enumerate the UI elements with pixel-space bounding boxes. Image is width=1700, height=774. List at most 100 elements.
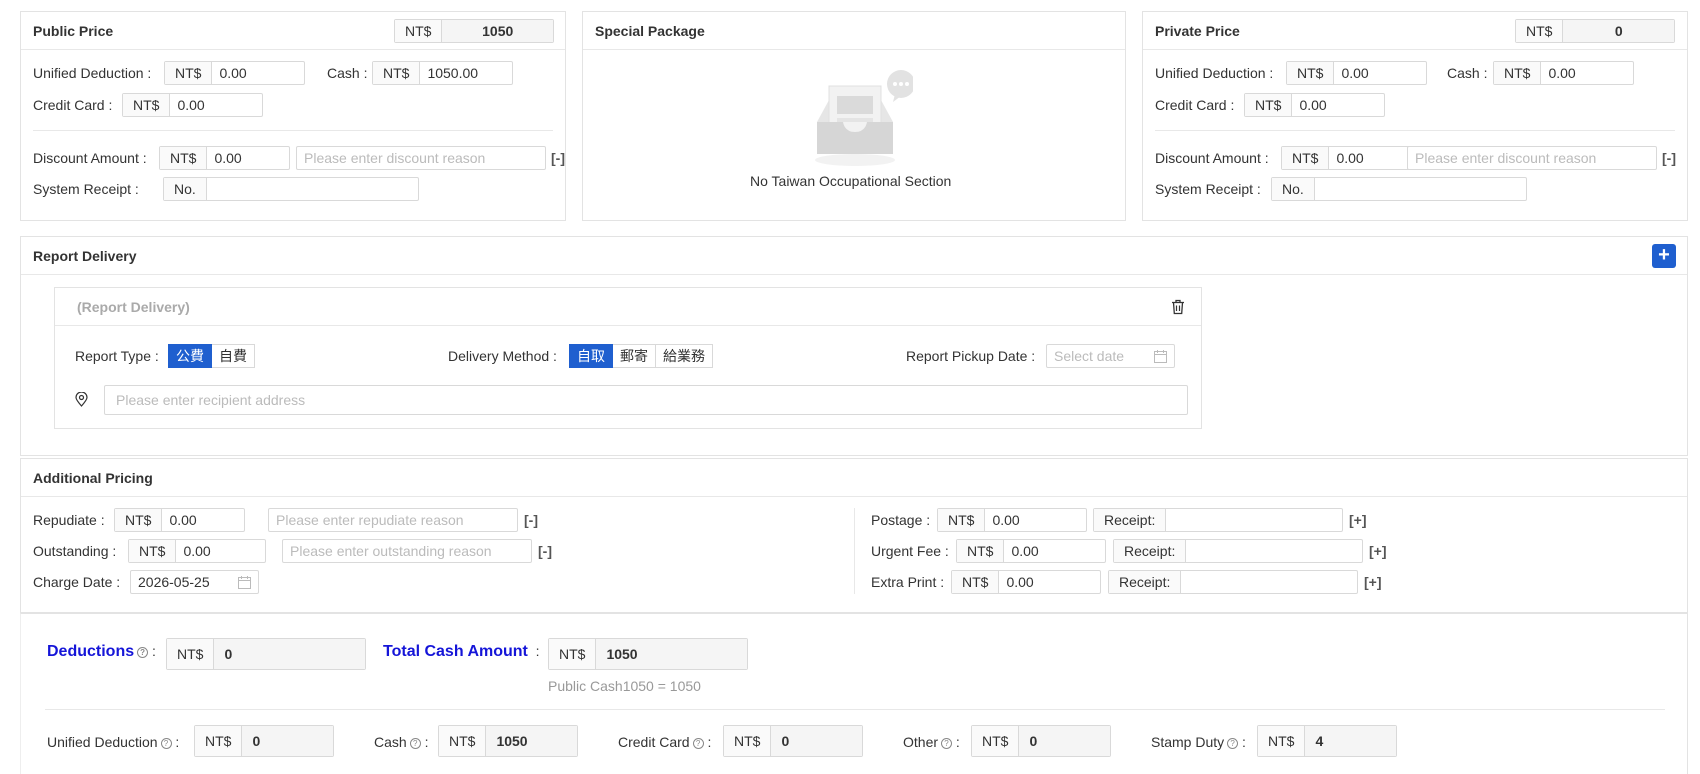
help-icon[interactable]: ? [1227, 738, 1239, 749]
public-price-total: NT$ 1050 [394, 19, 554, 43]
postage-label: Postage : [871, 512, 931, 528]
help-icon[interactable]: ? [409, 738, 421, 749]
report-delivery-header: Report Delivery [21, 237, 1687, 275]
summary-stamp-duty-display: NT$ 4 [1257, 725, 1397, 757]
additional-pricing-header: Additional Pricing [21, 459, 1687, 497]
outstanding-input[interactable]: NT$ 0.00 [128, 539, 266, 563]
extra-print-receipt-input[interactable]: Receipt: [1108, 570, 1358, 594]
report-type-selector[interactable]: 公費 自費 [168, 344, 255, 368]
additional-pricing-title: Additional Pricing [33, 469, 153, 486]
help-icon[interactable]: ? [160, 738, 172, 749]
urgent-fee-input[interactable]: NT$ 0.00 [956, 539, 1106, 563]
extra-print-label: Extra Print : [871, 574, 945, 590]
additional-pricing-card: Additional Pricing Repudiate : NT$ 0.00 P… [20, 458, 1688, 613]
report-type-option[interactable]: 公費 [168, 344, 212, 368]
credit-card-label: Credit Card : [1155, 97, 1235, 113]
repudiate-toggle[interactable]: [-] [524, 508, 538, 532]
summary-credit-card-display: NT$ 0 [723, 725, 863, 757]
report-delivery-title: Report Delivery [33, 247, 137, 264]
calendar-icon [1154, 350, 1167, 363]
delivery-method-label: Delivery Method : [448, 348, 557, 364]
delivery-method-option[interactable]: 給業務 [655, 344, 713, 368]
summary-cash-display: NT$ 1050 [438, 725, 578, 757]
summary-unified-deduction-label: Unified Deduction? : [47, 734, 180, 750]
private-price-card: Private Price NT$ 0 Unified Deduction : … [1142, 11, 1688, 221]
summary-card: Deductions? : NT$ 0 Total Cash Amount : N… [20, 613, 1688, 774]
outstanding-toggle[interactable]: [-] [538, 539, 552, 563]
summary-other-label: Other? : [903, 734, 960, 750]
divider [33, 130, 553, 131]
location-pin-icon [75, 392, 88, 407]
summary-stamp-duty-label: Stamp Duty? : [1151, 734, 1246, 750]
system-receipt-label: System Receipt : [1155, 181, 1261, 197]
divider [1155, 130, 1675, 131]
postage-input[interactable]: NT$ 0.00 [937, 508, 1087, 532]
urgent-fee-label: Urgent Fee : [871, 543, 949, 559]
special-package-header: Special Package [583, 12, 1125, 50]
delivery-item-header: (Report Delivery) [55, 288, 1201, 326]
outstanding-label: Outstanding : [33, 543, 117, 559]
public-system-receipt-input[interactable]: No. [163, 177, 419, 201]
urgent-receipt-input[interactable]: Receipt: [1113, 539, 1363, 563]
public-price-card: Public Price NT$ 1050 Unified Deduction … [20, 11, 566, 221]
help-icon[interactable]: ? [941, 738, 953, 749]
delivery-method-selector[interactable]: 自取 郵寄 給業務 [569, 344, 713, 368]
private-system-receipt-input[interactable]: No. [1271, 177, 1527, 201]
extra-print-add-toggle[interactable]: [+] [1364, 570, 1382, 594]
pickup-date-picker[interactable]: Select date [1046, 344, 1175, 368]
calendar-icon [238, 576, 251, 589]
summary-credit-card-label: Credit Card? : [618, 734, 712, 750]
public-discount-input[interactable]: NT$ 0.00 [159, 146, 290, 170]
public-credit-card-input[interactable]: NT$ 0.00 [122, 93, 263, 117]
delivery-method-option[interactable]: 郵寄 [612, 344, 656, 368]
delivery-method-option[interactable]: 自取 [569, 344, 613, 368]
discount-label: Discount Amount : [33, 150, 147, 166]
total-cash-label: Total Cash Amount : [383, 643, 540, 660]
postage-add-toggle[interactable]: [+] [1349, 508, 1367, 532]
summary-unified-deduction-display: NT$ 0 [194, 725, 334, 757]
divider [45, 709, 1665, 710]
private-credit-card-input[interactable]: NT$ 0.00 [1244, 93, 1385, 117]
charge-date-label: Charge Date : [33, 574, 121, 590]
report-type-label: Report Type : [75, 348, 159, 364]
help-icon[interactable]: ? [692, 738, 704, 749]
recipient-address-input[interactable]: Please enter recipient address [104, 385, 1188, 415]
help-icon[interactable]: ? [137, 647, 149, 658]
add-delivery-button[interactable]: + [1652, 244, 1676, 268]
special-package-card: Special Package No Taiwan Occupational S… [582, 11, 1126, 221]
unified-deduction-label: Unified Deduction : [1155, 65, 1274, 81]
postage-receipt-input[interactable]: Receipt: [1093, 508, 1343, 532]
cash-label: Cash : [1447, 65, 1488, 81]
repudiate-reason-input[interactable]: Please enter repudiate reason [268, 508, 518, 532]
cash-formula: Public Cash1050 = 1050 [548, 678, 701, 694]
empty-text: No Taiwan Occupational Section [750, 173, 952, 189]
extra-print-input[interactable]: NT$ 0.00 [951, 570, 1101, 594]
credit-card-label: Credit Card : [33, 97, 113, 113]
repudiate-input[interactable]: NT$ 0.00 [114, 508, 245, 532]
system-receipt-label: System Receipt : [33, 181, 139, 197]
delivery-item-title: (Report Delivery) [77, 298, 190, 315]
public-discount-reason-input[interactable]: Please enter discount reason [296, 146, 546, 170]
deductions-label: Deductions? : [47, 643, 156, 660]
report-delivery-card: Report Delivery + (Report Delivery) Repo… [20, 236, 1688, 456]
public-discount-toggle[interactable]: [-] [551, 146, 565, 170]
unified-deduction-label: Unified Deduction : [33, 65, 152, 81]
charge-date-picker[interactable]: 2026-05-25 [130, 570, 259, 594]
public-unified-deduction-input[interactable]: NT$ 0.00 [164, 61, 305, 85]
public-cash-input[interactable]: NT$ 1050.00 [372, 61, 513, 85]
delivery-item: (Report Delivery) Report Type : 公費 自費 De… [54, 287, 1202, 429]
outstanding-reason-input[interactable]: Please enter outstanding reason [282, 539, 532, 563]
summary-cash-label: Cash? : [374, 734, 429, 750]
private-discount-reason-input[interactable]: Please enter discount reason [1407, 146, 1657, 170]
total-cash-display: NT$ 1050 [548, 638, 748, 670]
trash-icon[interactable] [1171, 299, 1185, 315]
cash-label: Cash : [327, 65, 368, 81]
report-type-option[interactable]: 自費 [211, 344, 255, 368]
urgent-add-toggle[interactable]: [+] [1369, 539, 1387, 563]
private-cash-input[interactable]: NT$ 0.00 [1493, 61, 1634, 85]
discount-label: Discount Amount : [1155, 150, 1269, 166]
private-discount-toggle[interactable]: [-] [1662, 146, 1676, 170]
private-unified-deduction-input[interactable]: NT$ 0.00 [1286, 61, 1427, 85]
private-discount-input[interactable]: NT$ 0.00 [1281, 146, 1412, 170]
special-package-title: Special Package [595, 22, 705, 39]
